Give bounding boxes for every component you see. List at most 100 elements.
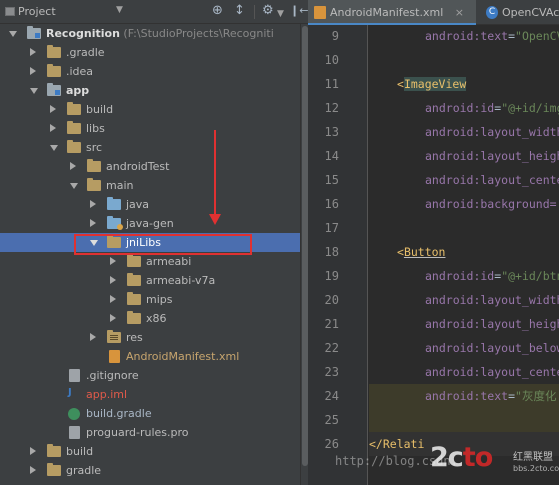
tree-item-mips[interactable]: mips: [0, 290, 300, 309]
tree-item-label: Recognition (F:\StudioProjects\Recogniti: [46, 27, 274, 40]
tree-item-label: AndroidManifest.xml: [126, 350, 240, 363]
project-view-title[interactable]: Project: [18, 5, 56, 18]
code-line[interactable]: [369, 48, 559, 72]
collapsed-arrow-icon[interactable]: [110, 295, 116, 303]
code-line[interactable]: android:text="灰度化: [369, 384, 559, 408]
tree-item-gradle-dir[interactable]: .gradle: [0, 43, 300, 62]
line-number: 21: [324, 317, 339, 331]
tab-androidmanifest[interactable]: AndroidManifest.xml ×: [308, 0, 476, 25]
collapsed-arrow-icon[interactable]: [30, 466, 36, 474]
code-line[interactable]: android:layout_heigh: [369, 312, 559, 336]
collapsed-arrow-icon[interactable]: [30, 48, 36, 56]
code-line[interactable]: android:id="@+id/btn: [369, 264, 559, 288]
collapsed-arrow-icon[interactable]: [30, 447, 36, 455]
code-line[interactable]: android:text="OpenCV: [369, 24, 559, 48]
tree-item-java-gen[interactable]: java-gen: [0, 214, 300, 233]
watermark-logo: 2cto: [430, 442, 493, 473]
settings-icon[interactable]: ⚙: [262, 4, 274, 18]
collapse-all-icon[interactable]: ↕: [234, 4, 245, 18]
tree-item-androidtest[interactable]: androidTest: [0, 157, 300, 176]
line-number: 24: [324, 389, 339, 403]
project-panel-header: Project ▼ ⊕ ↕ ⚙ ▼ ❙←: [0, 0, 308, 24]
tree-item-build-gradle[interactable]: build.gradle: [0, 404, 300, 423]
tree-item-gradle[interactable]: gradle: [0, 461, 300, 480]
tree-item-root[interactable]: Recognition (F:\StudioProjects\Recogniti: [0, 24, 300, 43]
folder-icon: [87, 178, 101, 191]
view-dropdown-icon[interactable]: ▼: [116, 5, 123, 15]
source-folder-icon: [107, 197, 121, 210]
tree-item-label: build: [66, 445, 94, 458]
collapsed-arrow-icon[interactable]: [50, 105, 56, 113]
code-line[interactable]: android:layout_width: [369, 288, 559, 312]
tree-item-label: proguard-rules.pro: [86, 426, 189, 439]
folder-icon: [47, 45, 61, 58]
collapsed-arrow-icon[interactable]: [70, 162, 76, 170]
iml-file-icon: J: [68, 387, 72, 398]
expanded-arrow-icon[interactable]: [9, 31, 17, 37]
watermark-subdomain: bbs.2cto.com: [513, 464, 559, 473]
collapsed-arrow-icon[interactable]: [50, 124, 56, 132]
tree-item-gitignore[interactable]: .gitignore: [0, 366, 300, 385]
code-line[interactable]: <Button: [369, 240, 559, 264]
code-line[interactable]: [369, 408, 559, 432]
collapsed-arrow-icon[interactable]: [90, 333, 96, 341]
text-file-icon: [69, 426, 80, 439]
project-icon: [5, 7, 15, 16]
tree-item-label: .gitignore: [86, 369, 139, 382]
code-line[interactable]: [369, 216, 559, 240]
tree-item-main[interactable]: main: [0, 176, 300, 195]
tree-item-res[interactable]: res: [0, 328, 300, 347]
close-icon[interactable]: ×: [455, 0, 464, 25]
code-line[interactable]: android:layout_below: [369, 336, 559, 360]
expanded-arrow-icon[interactable]: [70, 183, 78, 189]
tree-item-armeabi-v7a[interactable]: armeabi-v7a: [0, 271, 300, 290]
folder-icon: [67, 102, 81, 115]
code-area[interactable]: android:text="OpenCV <ImageView android:…: [369, 25, 559, 485]
collapsed-arrow-icon[interactable]: [110, 276, 116, 284]
code-editor: AndroidManifest.xml × C OpenCVAct 9 10 1…: [308, 0, 559, 485]
tree-item-libs[interactable]: libs: [0, 119, 300, 138]
tree-item-label: res: [126, 331, 143, 344]
tree-item-app-iml[interactable]: J app.iml: [0, 385, 300, 404]
settings-dropdown-icon[interactable]: ▼: [277, 7, 284, 21]
code-line[interactable]: android:layout_cente: [369, 360, 559, 384]
sync-icon[interactable]: ⊕: [212, 4, 223, 18]
tree-item-proguard[interactable]: proguard-rules.pro: [0, 423, 300, 442]
collapsed-arrow-icon[interactable]: [110, 314, 116, 322]
collapsed-arrow-icon[interactable]: [90, 219, 96, 227]
resource-folder-icon: [107, 330, 121, 343]
annotation-arrow: [214, 130, 216, 216]
hide-panel-icon[interactable]: ❙←: [290, 4, 308, 18]
folder-icon: [47, 463, 61, 476]
tree-scrollbar[interactable]: [300, 24, 308, 485]
code-line[interactable]: android:id="@+id/img: [369, 96, 559, 120]
expanded-arrow-icon[interactable]: [30, 88, 38, 94]
tree-item-idea[interactable]: .idea: [0, 62, 300, 81]
toolbar-separator: [254, 5, 255, 19]
code-line[interactable]: android:layout_heigh: [369, 144, 559, 168]
tab-opencvact[interactable]: C OpenCVAct: [480, 0, 559, 25]
code-line[interactable]: <ImageView: [369, 72, 559, 96]
tree-item-app-build[interactable]: build: [0, 100, 300, 119]
code-line[interactable]: android:background=: [369, 192, 559, 216]
tree-item-androidmanifest[interactable]: AndroidManifest.xml: [0, 347, 300, 366]
code-line[interactable]: android:layout_width: [369, 120, 559, 144]
code-line[interactable]: android:layout_cente: [369, 168, 559, 192]
tree-item-label: build.gradle: [86, 407, 152, 420]
collapsed-arrow-icon[interactable]: [30, 67, 36, 75]
collapsed-arrow-icon[interactable]: [90, 200, 96, 208]
module-folder-icon: [27, 26, 41, 39]
collapsed-arrow-icon[interactable]: [110, 257, 116, 265]
tree-item-label: java: [126, 198, 150, 211]
expanded-arrow-icon[interactable]: [50, 145, 58, 151]
tree-item-label: java-gen: [126, 217, 174, 230]
tree-item-app[interactable]: app: [0, 81, 300, 100]
module-folder-icon: [47, 83, 61, 96]
tree-item-src[interactable]: src: [0, 138, 300, 157]
tree-item-x86[interactable]: x86: [0, 309, 300, 328]
tree-item-label: build: [86, 103, 114, 116]
line-number: 23: [324, 365, 339, 379]
tree-item-java[interactable]: java: [0, 195, 300, 214]
tree-item-build[interactable]: build: [0, 442, 300, 461]
tree-item-label: app: [66, 84, 90, 97]
